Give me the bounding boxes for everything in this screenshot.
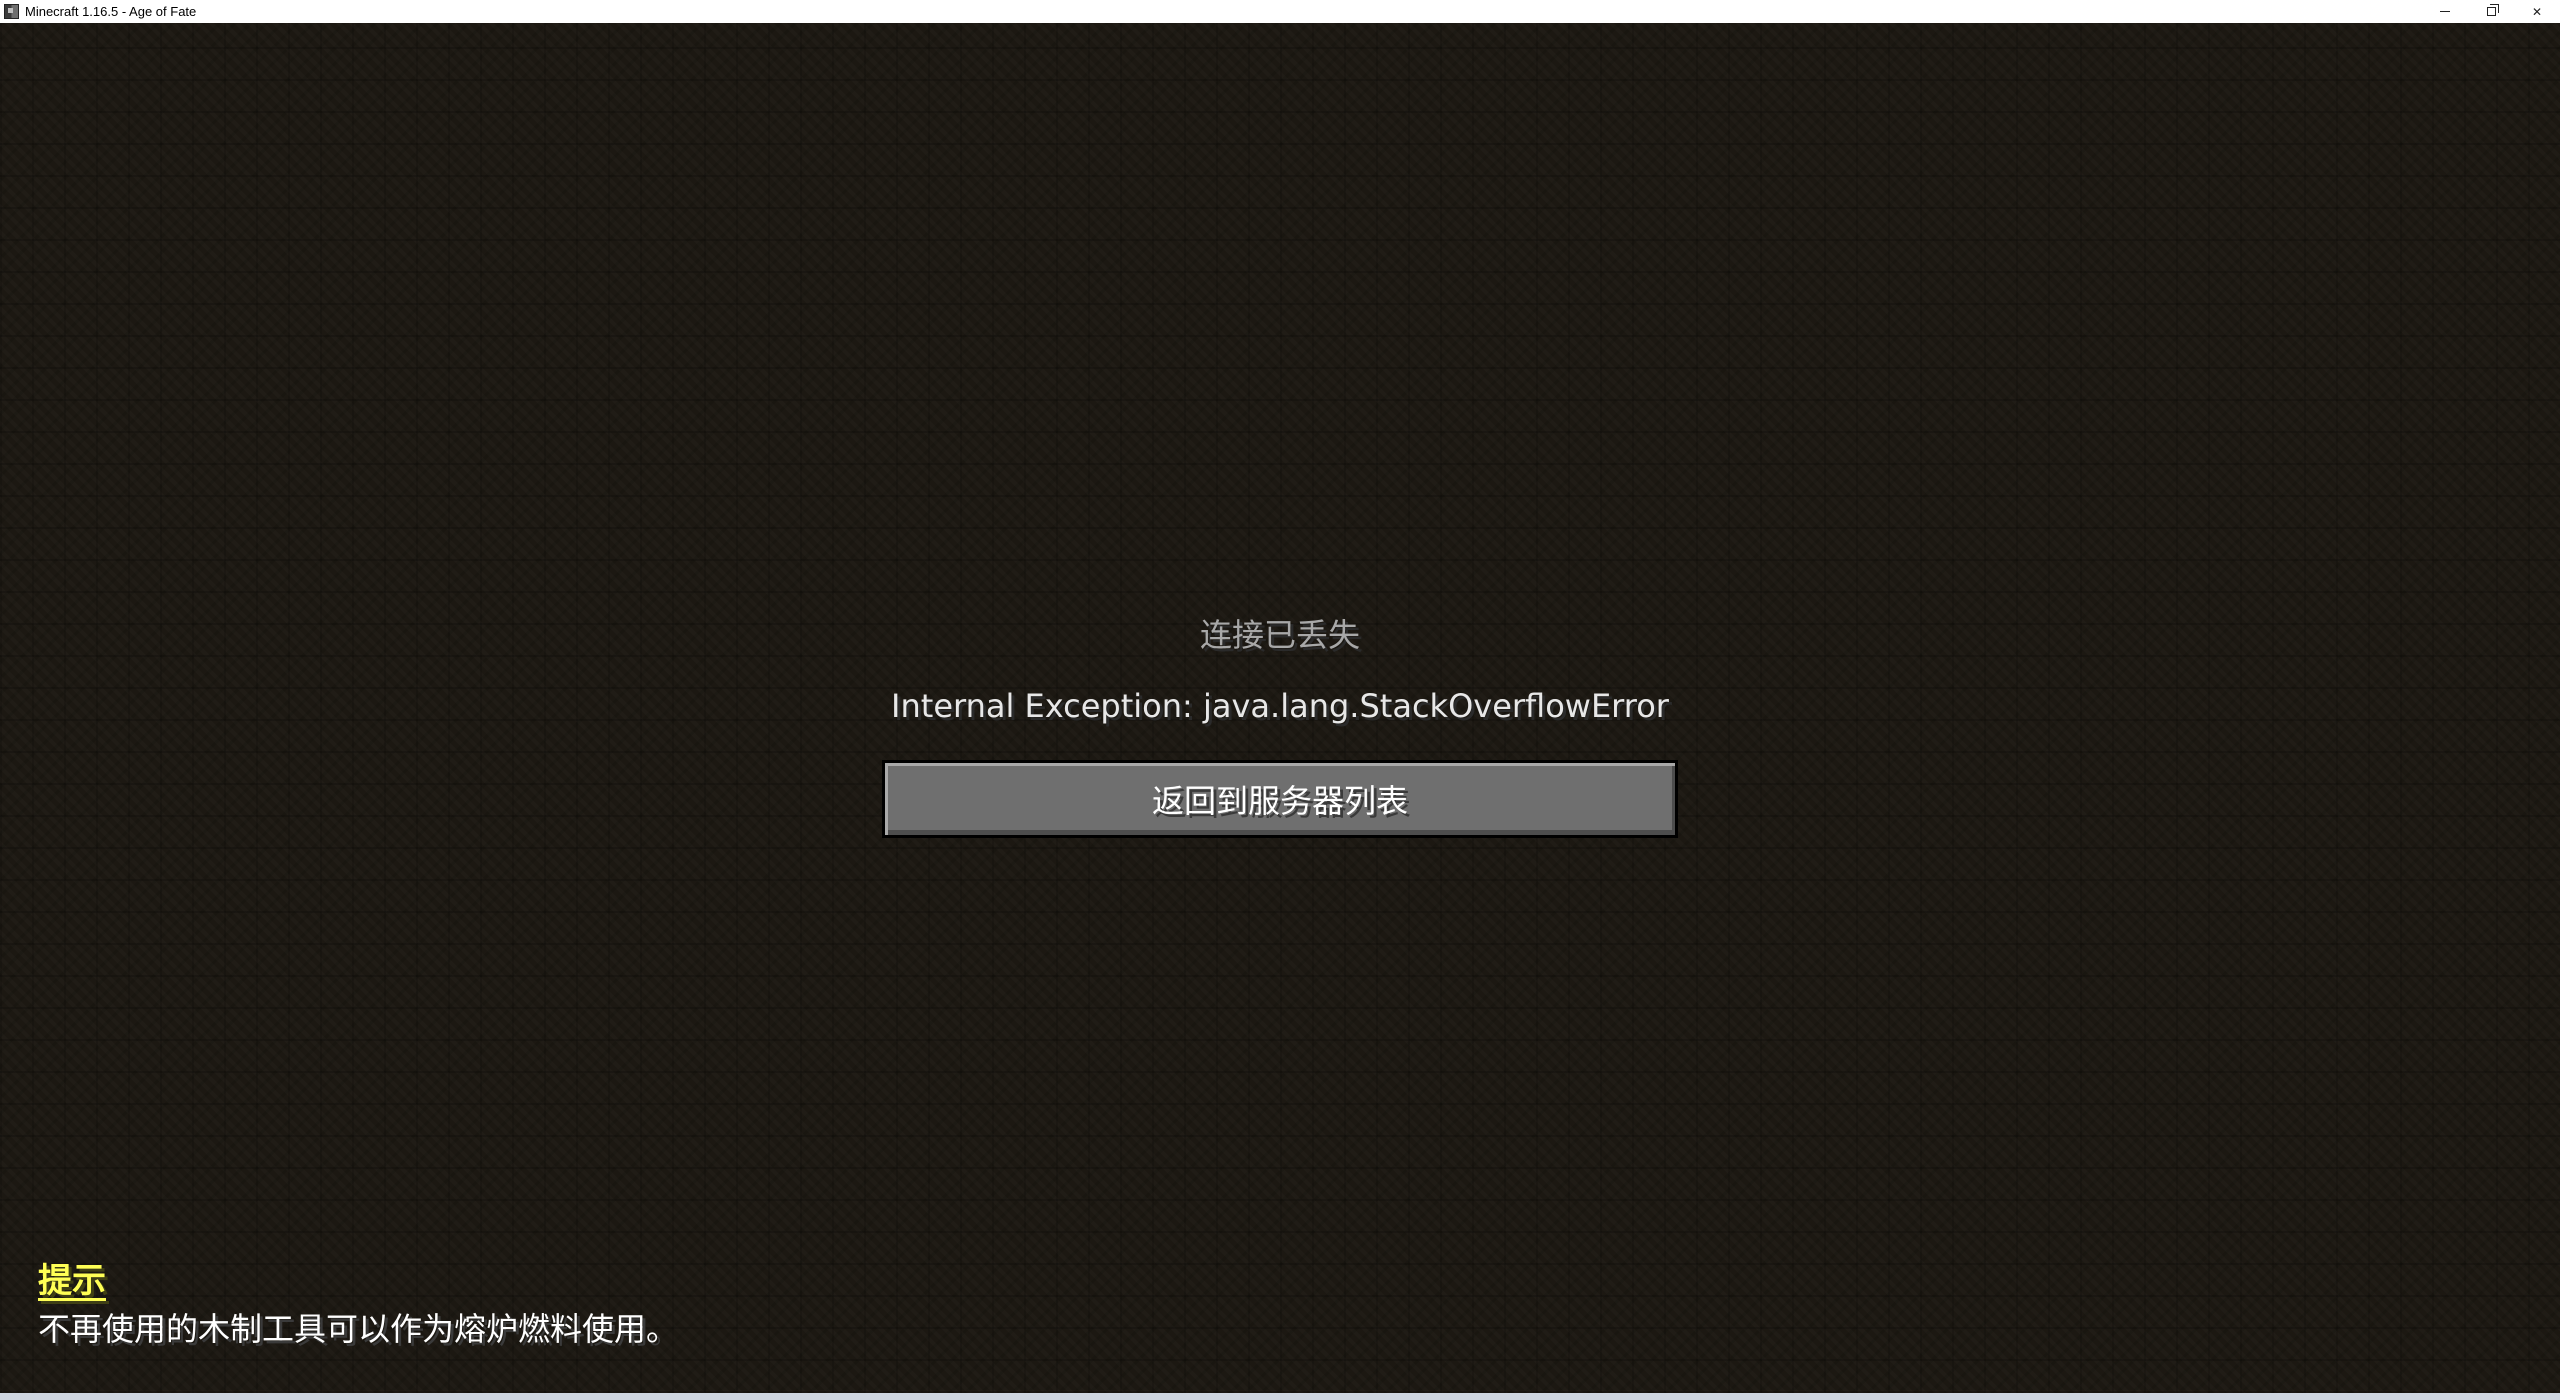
window-title: Minecraft 1.16.5 - Age of Fate bbox=[25, 4, 197, 19]
back-to-server-list-label: 返回到服务器列表 bbox=[1151, 782, 1408, 820]
close-button[interactable]: ✕ bbox=[2514, 0, 2560, 23]
minecraft-app-icon bbox=[4, 4, 19, 19]
tip-title: 提示 bbox=[38, 1261, 106, 1301]
restore-button[interactable] bbox=[2468, 0, 2514, 23]
window-titlebar: Minecraft 1.16.5 - Age of Fate ✕ bbox=[0, 0, 2560, 23]
minimize-button[interactable] bbox=[2422, 0, 2468, 23]
taskbar-edge bbox=[0, 1393, 2560, 1400]
tip-text: 不再使用的木制工具可以作为熔炉燃料使用。 bbox=[38, 1310, 679, 1348]
restore-icon bbox=[2486, 4, 2499, 16]
back-to-server-list-button[interactable]: 返回到服务器列表 bbox=[882, 760, 1678, 838]
window-controls: ✕ bbox=[2422, 0, 2560, 23]
disconnect-title: 连接已丢失 bbox=[1199, 616, 1360, 654]
disconnect-reason: Internal Exception: java.lang.StackOverf… bbox=[891, 687, 1669, 725]
